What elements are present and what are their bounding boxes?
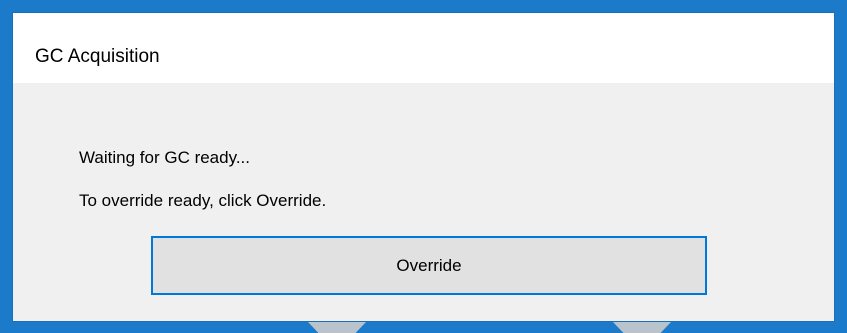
waiting-message: Waiting for GC ready...	[79, 148, 250, 167]
override-button-label: Override	[396, 255, 462, 275]
override-instruction: To override ready, click Override.	[79, 191, 327, 210]
override-button[interactable]: Override	[151, 236, 707, 295]
dialog-titlebar: GC Acquisition	[13, 13, 834, 83]
gc-acquisition-dialog: GC Acquisition Waiting for GC ready... T…	[12, 12, 835, 322]
dialog-title: GC Acquisition	[35, 46, 160, 67]
